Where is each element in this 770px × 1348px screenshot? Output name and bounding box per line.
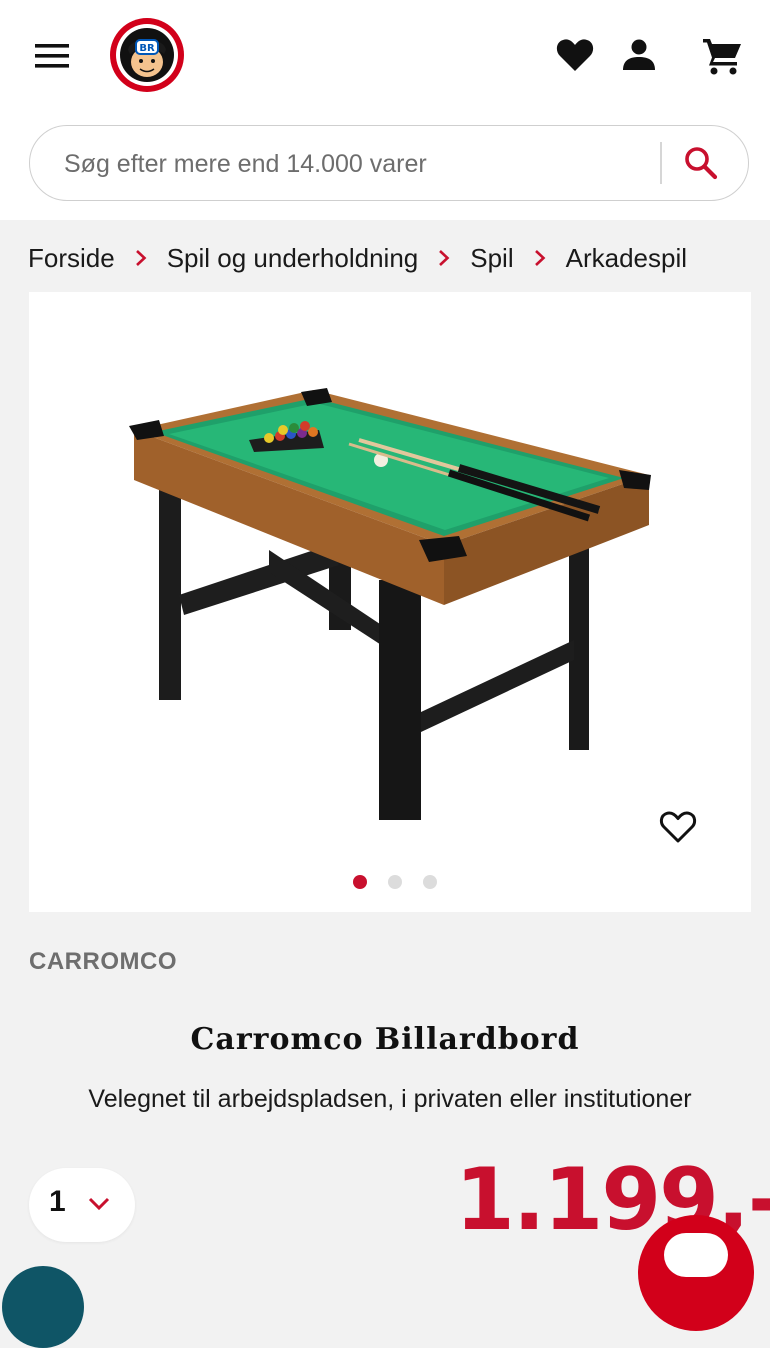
product-brand[interactable]: CARROMCO	[29, 948, 177, 976]
br-logo[interactable]: BR	[108, 16, 186, 94]
chat-bubble-icon	[664, 1233, 728, 1277]
chevron-right-icon	[438, 249, 450, 267]
breadcrumb-link-spil-og-underholdning[interactable]: Spil og underholdning	[167, 243, 419, 274]
user-icon	[623, 39, 655, 70]
help-floating-button[interactable]	[2, 1266, 84, 1348]
search-input[interactable]	[62, 126, 666, 202]
chevron-down-icon	[88, 1197, 110, 1211]
breadcrumb-link-forside[interactable]: Forside	[28, 243, 115, 274]
breadcrumb: Forside Spil og underholdning Spil Arkad…	[28, 236, 687, 280]
quantity-value: 1	[49, 1185, 66, 1218]
breadcrumb-link-spil[interactable]: Spil	[470, 243, 513, 274]
product-title: Carromco Billardbord	[190, 1022, 580, 1057]
gallery-dot-3[interactable]	[423, 875, 437, 889]
logo-text: BR	[139, 43, 155, 54]
search-icon	[685, 147, 718, 180]
product-subtitle: Velegnet til arbejdspladsen, i privaten …	[88, 1085, 692, 1113]
chevron-right-icon	[135, 249, 147, 267]
search-divider	[660, 142, 662, 184]
heart-outline-icon	[659, 811, 697, 843]
search-button[interactable]	[678, 140, 724, 186]
quantity-select[interactable]: 1	[29, 1168, 135, 1242]
shopping-cart-icon	[703, 39, 741, 75]
gallery-dot-1[interactable]	[353, 875, 367, 889]
product-image-pool-table	[129, 388, 651, 820]
account-button[interactable]	[617, 33, 661, 77]
heart-icon	[556, 39, 594, 71]
gallery-pagination	[353, 875, 437, 889]
site-header: BR	[0, 0, 770, 220]
cart-button[interactable]	[699, 33, 747, 79]
gallery-dot-2[interactable]	[388, 875, 402, 889]
hamburger-menu-icon	[35, 44, 69, 68]
wishlist-button[interactable]	[553, 33, 597, 77]
breadcrumb-link-arkadespil[interactable]: Arkadespil	[566, 243, 687, 274]
menu-button[interactable]	[30, 36, 74, 76]
search-bar	[29, 125, 749, 202]
add-to-wishlist-button[interactable]	[657, 807, 699, 847]
chat-button[interactable]	[638, 1215, 754, 1331]
product-gallery[interactable]	[29, 292, 751, 912]
chevron-right-icon	[534, 249, 546, 267]
